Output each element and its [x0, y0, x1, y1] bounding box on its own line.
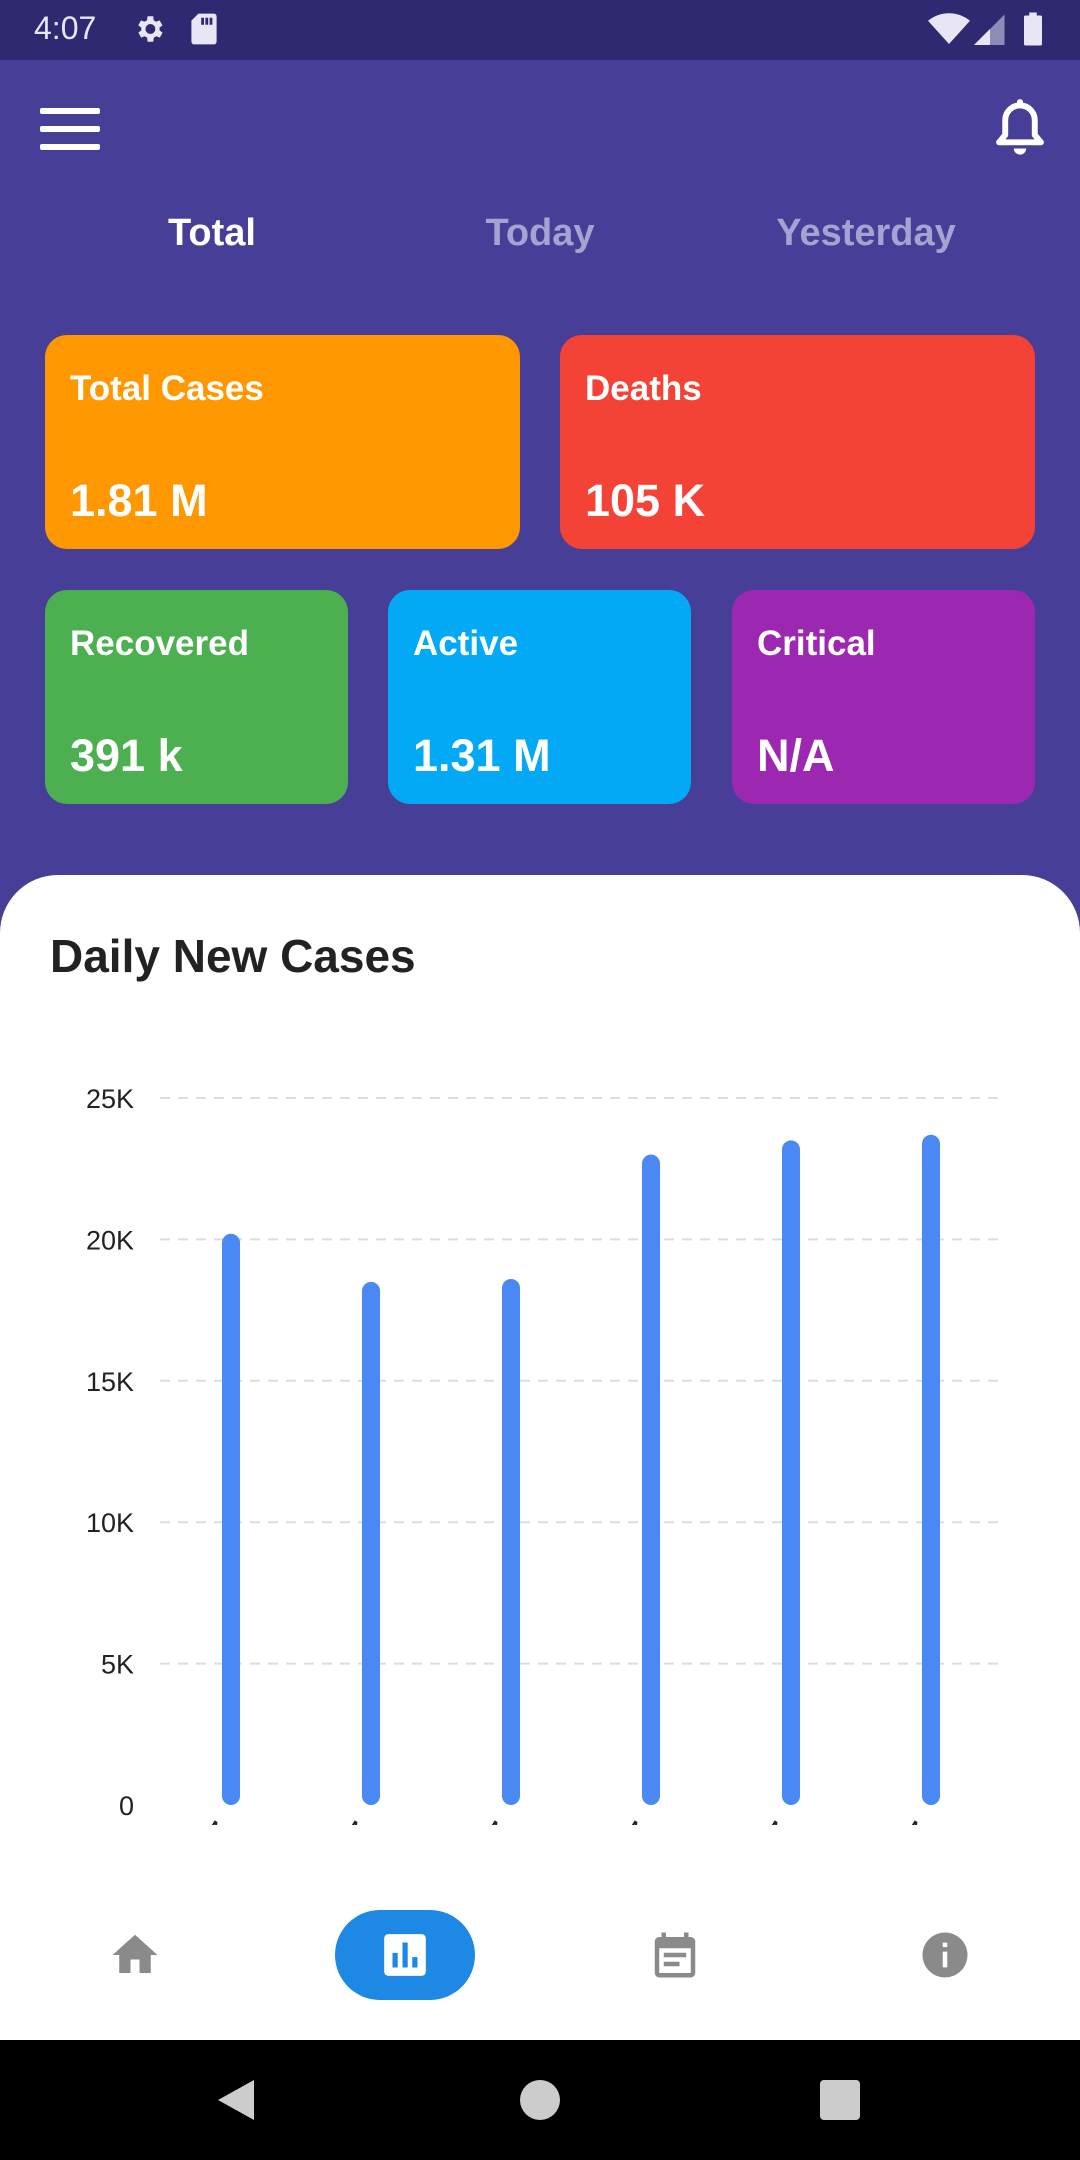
- card-label: Recovered: [70, 624, 249, 663]
- nav-calendar[interactable]: [630, 1910, 720, 2000]
- card-label: Active: [413, 624, 519, 663]
- x-tick-label: May 26: [480, 1815, 571, 1825]
- wifi-icon: [928, 13, 970, 44]
- tab-today[interactable]: Today: [410, 212, 670, 255]
- status-bar: 4:07: [0, 0, 1080, 60]
- nav-info[interactable]: [900, 1910, 990, 2000]
- system-navigation-bar: [0, 2040, 1080, 2160]
- y-tick-label: 15K: [86, 1367, 134, 1397]
- card-label: Critical: [757, 624, 876, 663]
- y-tick-label: 20K: [86, 1225, 134, 1255]
- bell-icon: [996, 99, 1044, 155]
- x-tick-label: May 29: [900, 1815, 991, 1825]
- daily-cases-chart: 0 5K 10K 15K 20K 25K May 24 May 25 May 26 May 27 M…: [86, 1084, 1000, 1825]
- recovered-card: Recovered 391 k: [45, 590, 348, 804]
- menu-line: [40, 144, 100, 150]
- chart-title: Daily New Cases: [50, 930, 416, 982]
- tab-yesterday[interactable]: Yesterday: [736, 212, 996, 255]
- y-tick-label: 25K: [86, 1084, 134, 1114]
- nav-home[interactable]: [90, 1910, 180, 2000]
- recents-icon[interactable]: [820, 2080, 860, 2120]
- settings-icon: [138, 16, 163, 42]
- menu-line: [40, 108, 100, 114]
- calendar-icon: [654, 1932, 696, 1978]
- deaths-card: Deaths 105 K: [560, 335, 1035, 549]
- y-tick-label: 10K: [86, 1508, 134, 1538]
- card-label: Deaths: [585, 369, 702, 408]
- menu-button[interactable]: [40, 108, 100, 150]
- card-value: 391 k: [70, 730, 183, 781]
- menu-line: [40, 126, 100, 132]
- notifications-button[interactable]: [990, 98, 1050, 162]
- y-tick-label: 0: [119, 1791, 134, 1821]
- card-label: Total Cases: [70, 369, 264, 408]
- battery-icon: [1024, 12, 1042, 46]
- signal-icon: [974, 14, 1005, 45]
- tab-total[interactable]: Total: [82, 212, 342, 255]
- x-tick-label: May 27: [620, 1815, 711, 1825]
- card-value: 1.81 M: [70, 475, 208, 526]
- active-card: Active 1.31 M: [388, 590, 691, 804]
- back-icon[interactable]: [215, 2078, 257, 2122]
- card-value: 1.31 M: [413, 730, 551, 781]
- home-circle-icon[interactable]: [520, 2080, 560, 2120]
- critical-card: Critical N/A: [732, 590, 1035, 804]
- x-tick-label: May 28: [760, 1815, 851, 1825]
- total-cases-card: Total Cases 1.81 M: [45, 335, 520, 549]
- status-time: 4:07: [34, 10, 97, 46]
- bottom-navigation: [0, 1860, 1080, 2040]
- card-value: N/A: [757, 730, 835, 781]
- nav-stats[interactable]: [335, 1910, 475, 2000]
- x-tick-label: May 25: [340, 1815, 431, 1825]
- y-tick-label: 5K: [101, 1650, 134, 1680]
- info-icon: [922, 1932, 968, 1978]
- card-value: 105 K: [585, 475, 706, 526]
- bar-chart-icon: [384, 1934, 426, 1976]
- x-tick-label: May 24: [200, 1815, 291, 1825]
- home-icon: [112, 1934, 158, 1973]
- sd-card-icon: [191, 13, 217, 45]
